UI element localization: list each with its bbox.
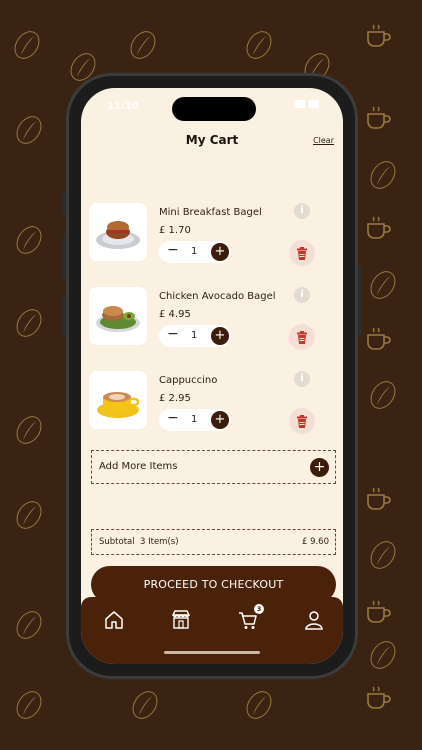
volume-up-button [62,236,66,280]
power-button [358,266,362,336]
subtotal-value: £ 9.60 [301,537,329,547]
coffee-bean-icon [365,636,401,674]
coffee-bean-icon [125,26,161,64]
bottom-nav: 3 [81,597,343,664]
delete-button[interactable] [289,324,315,350]
coffee-bean-icon [365,376,401,414]
phone-frame: 11:10 My Cart Clear Mini Breakfast Bagel… [62,73,362,679]
coffee-bean-icon [9,26,45,64]
quantity-stepper: − 1 + [159,325,231,347]
mute-switch [62,191,66,213]
coffee-bean-icon [241,26,277,64]
volume-down-button [62,294,66,338]
coffee-bean-icon [127,686,163,724]
item-name: Chicken Avocado Bagel [159,291,276,302]
coffee-bean-icon [11,111,47,149]
quantity-stepper: − 1 + [159,241,231,263]
status-icons [295,100,319,108]
app-screen: 11:10 My Cart Clear Mini Breakfast Bagel… [81,88,343,664]
item-name: Cappuccino [159,375,218,386]
cart-item: Chicken Avocado Bagel £ 4.95 − 1 + i [89,287,329,351]
increase-button[interactable]: + [211,411,229,429]
item-count: 3 Item(s) [140,537,179,547]
home-icon[interactable] [103,609,125,631]
coffee-cup-icon [364,598,392,624]
add-icon[interactable]: + [310,458,329,477]
battery-icon [309,100,319,108]
add-more-label: Add More Items [99,461,178,472]
coffee-bean-icon [11,411,47,449]
item-price: £ 1.70 [159,225,191,236]
cart-item: Cappuccino £ 2.95 − 1 + i [89,371,329,435]
clear-button[interactable]: Clear [313,136,334,145]
item-name: Mini Breakfast Bagel [159,207,262,218]
delete-button[interactable] [289,408,315,434]
quantity-value: 1 [191,330,198,341]
cart-badge: 3 [254,604,264,614]
quantity-value: 1 [191,414,198,425]
bagel-plate-icon [89,203,147,261]
item-price: £ 2.95 [159,393,191,404]
trash-icon [297,246,307,260]
trash-icon [297,330,307,344]
coffee-bean-icon [11,606,47,644]
info-icon[interactable]: i [294,203,310,219]
proceed-to-checkout-button[interactable]: PROCEED TO CHECKOUT [91,566,336,603]
dynamic-island [172,97,256,121]
subtotal-label: Subtotal [99,537,135,547]
coffee-cup-icon [364,214,392,240]
cart-icon[interactable]: 3 [237,604,264,631]
store-icon[interactable] [170,609,192,631]
decrease-button[interactable]: − [167,326,179,342]
increase-button[interactable]: + [211,327,229,345]
coffee-bean-icon [11,496,47,534]
coffee-cup-icon [364,485,392,511]
coffee-cup-icon [364,325,392,351]
info-icon[interactable]: i [294,371,310,387]
delete-button[interactable] [289,240,315,266]
quantity-value: 1 [191,246,198,257]
profile-icon[interactable] [303,609,325,631]
coffee-cup-icon [364,104,392,130]
avocado-bagel-plate-icon [89,287,147,345]
cart-item: Mini Breakfast Bagel £ 1.70 − 1 + i [89,203,329,267]
coffee-bean-icon [11,686,47,724]
status-time: 11:10 [107,101,139,112]
coffee-cup-icon [364,684,392,710]
decrease-button[interactable]: − [167,242,179,258]
trash-icon [297,414,307,428]
add-more-items-button[interactable]: Add More Items + [91,450,336,484]
decrease-button[interactable]: − [167,410,179,426]
coffee-bean-icon [365,536,401,574]
subtotal-box: Subtotal 3 Item(s) £ 9.60 [91,529,336,555]
home-indicator [164,651,260,654]
item-price: £ 4.95 [159,309,191,320]
coffee-bean-icon [11,221,47,259]
coffee-bean-icon [11,304,47,342]
page-title: My Cart [185,133,239,147]
cappuccino-cup-icon [89,371,147,429]
increase-button[interactable]: + [211,243,229,261]
coffee-cup-icon [364,22,392,48]
quantity-stepper: − 1 + [159,409,231,431]
wifi-icon [295,100,305,108]
info-icon[interactable]: i [294,287,310,303]
coffee-bean-icon [241,686,277,724]
coffee-bean-icon [365,266,401,304]
coffee-bean-icon [365,156,401,194]
